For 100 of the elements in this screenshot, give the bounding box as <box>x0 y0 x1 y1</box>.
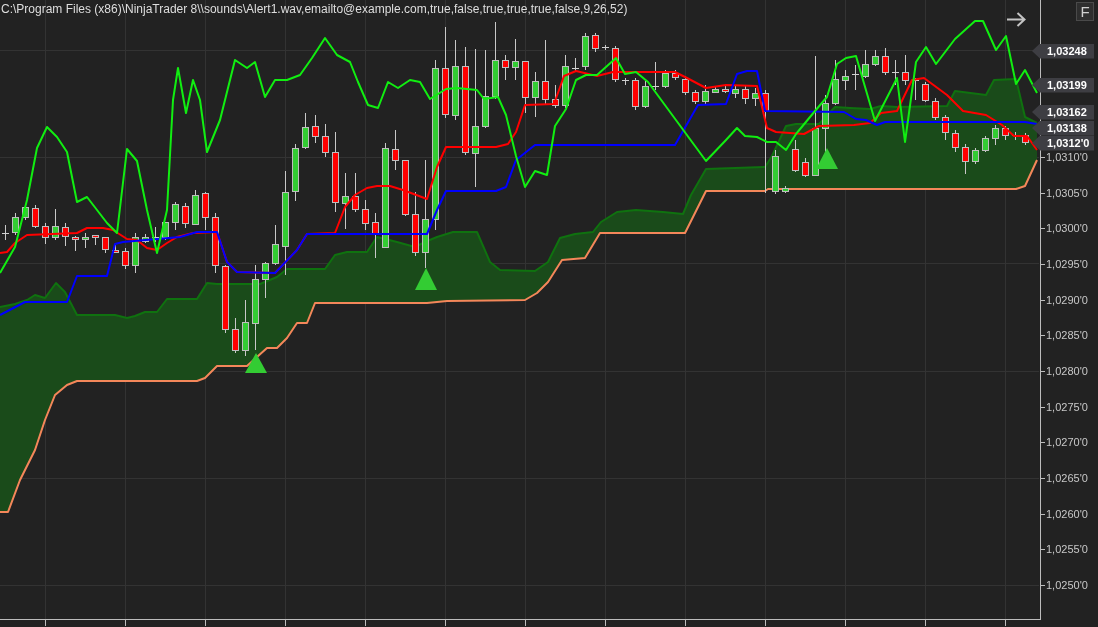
rising-candle <box>12 212 19 236</box>
falling-candle <box>1002 125 1009 141</box>
doji-candle <box>651 61 660 91</box>
rising-candle <box>342 172 349 230</box>
falling-candle <box>692 89 699 105</box>
falling-candle <box>352 172 359 213</box>
falling-candle <box>232 317 239 354</box>
falling-candle <box>372 212 379 259</box>
rising-candle <box>832 59 839 106</box>
rising-candle <box>702 84 709 105</box>
falling-candle <box>402 159 409 217</box>
price-label: 1,0290'0 <box>1046 293 1088 307</box>
falling-candle <box>72 235 79 252</box>
price-marker: 1,03199 <box>1032 77 1094 93</box>
falling-candle <box>212 212 219 274</box>
falling-candle <box>182 202 189 229</box>
falling-candle <box>322 123 329 158</box>
falling-candle <box>92 234 99 246</box>
indicator-parameters-text: C:\Program Files (x86)\NinjaTrader 8\\sounds\Alert1.wav,emailto@example.com,true,false,true,true,true,false,9,26,52) <box>1 2 628 16</box>
doji-candle <box>571 57 580 73</box>
price-marker: 1,03248 <box>1032 43 1094 59</box>
rising-candle <box>302 112 309 150</box>
falling-candle <box>942 114 949 141</box>
rising-candle <box>242 299 249 357</box>
rising-candle <box>272 224 279 266</box>
price-label: 1,0275'0 <box>1046 400 1088 414</box>
price-marker: 1,0312'0 <box>1032 135 1094 151</box>
rising-candle <box>512 38 519 81</box>
falling-candle <box>802 157 809 178</box>
falling-candle <box>682 75 689 96</box>
falling-candle <box>522 60 529 114</box>
rising-candle <box>872 49 879 67</box>
falling-candle <box>882 47 889 76</box>
rising-candle <box>52 208 59 241</box>
price-label: 1,0255'0 <box>1046 542 1088 556</box>
falling-candle <box>902 54 909 86</box>
price-label: 1,0305'0 <box>1046 186 1088 200</box>
falling-candle <box>542 39 549 105</box>
rising-candle <box>982 135 989 153</box>
falling-candle <box>222 264 229 334</box>
rising-candle <box>772 149 779 195</box>
rising-candle <box>562 54 569 109</box>
falling-candle <box>32 204 39 229</box>
rising-candle <box>972 147 979 165</box>
price-label: 1,0310'0 <box>1046 150 1088 164</box>
falling-candle <box>742 85 749 105</box>
falling-candle <box>312 114 319 144</box>
rising-candle <box>132 232 139 274</box>
falling-candle <box>362 199 369 231</box>
rising-candle <box>862 49 869 79</box>
rising-candle <box>782 185 789 194</box>
rising-candle <box>582 32 589 71</box>
rising-candle <box>662 69 669 89</box>
rising-candle <box>992 124 999 146</box>
falling-candle <box>952 129 959 153</box>
falling-candle <box>112 244 119 253</box>
price-label: 1,0295'0 <box>1046 257 1088 271</box>
falling-candle <box>592 32 599 53</box>
rising-candle <box>732 84 739 99</box>
rising-candle <box>172 201 179 231</box>
falling-candle <box>792 139 799 173</box>
doji-candle <box>151 226 160 243</box>
rising-candle <box>192 189 199 226</box>
falling-candle <box>502 54 509 81</box>
rising-candle <box>292 143 299 202</box>
falling-candle <box>672 69 679 81</box>
price-label: 1,0250'0 <box>1046 578 1088 592</box>
up-triangle-icon <box>816 148 838 169</box>
up-triangle-icon <box>245 353 267 373</box>
doji-candle <box>851 64 860 91</box>
falling-candle <box>102 236 109 254</box>
falling-candle <box>202 191 209 231</box>
rising-candle <box>712 85 719 94</box>
rising-candle <box>82 232 89 249</box>
rising-candle <box>842 69 849 91</box>
rising-candle <box>162 221 169 241</box>
rising-candle <box>642 79 649 109</box>
price-marker: 1,03138 <box>1032 120 1094 136</box>
falling-candle <box>412 191 419 257</box>
price-label: 1,0280'0 <box>1046 364 1088 378</box>
falling-candle <box>62 222 69 247</box>
falling-candle <box>392 129 399 171</box>
up-triangle-icon <box>415 268 437 290</box>
falling-candle <box>1022 132 1029 146</box>
price-marker: 1,03162 <box>1032 104 1094 120</box>
doji-candle <box>1 224 10 241</box>
falling-candle <box>922 81 929 103</box>
falling-candle <box>962 143 969 175</box>
rising-candle <box>22 204 29 221</box>
price-label: 1,0300'0 <box>1046 221 1088 235</box>
right-arrow-icon[interactable] <box>1006 12 1026 27</box>
falling-candle <box>42 222 49 245</box>
rising-candle <box>142 233 149 244</box>
doji-candle <box>601 44 610 51</box>
rising-candle <box>262 261 269 299</box>
f-button[interactable]: F <box>1076 2 1094 21</box>
falling-candle <box>552 84 559 109</box>
price-label: 1,0265'0 <box>1046 471 1088 485</box>
falling-candle <box>722 85 729 94</box>
rising-candle <box>532 71 539 118</box>
